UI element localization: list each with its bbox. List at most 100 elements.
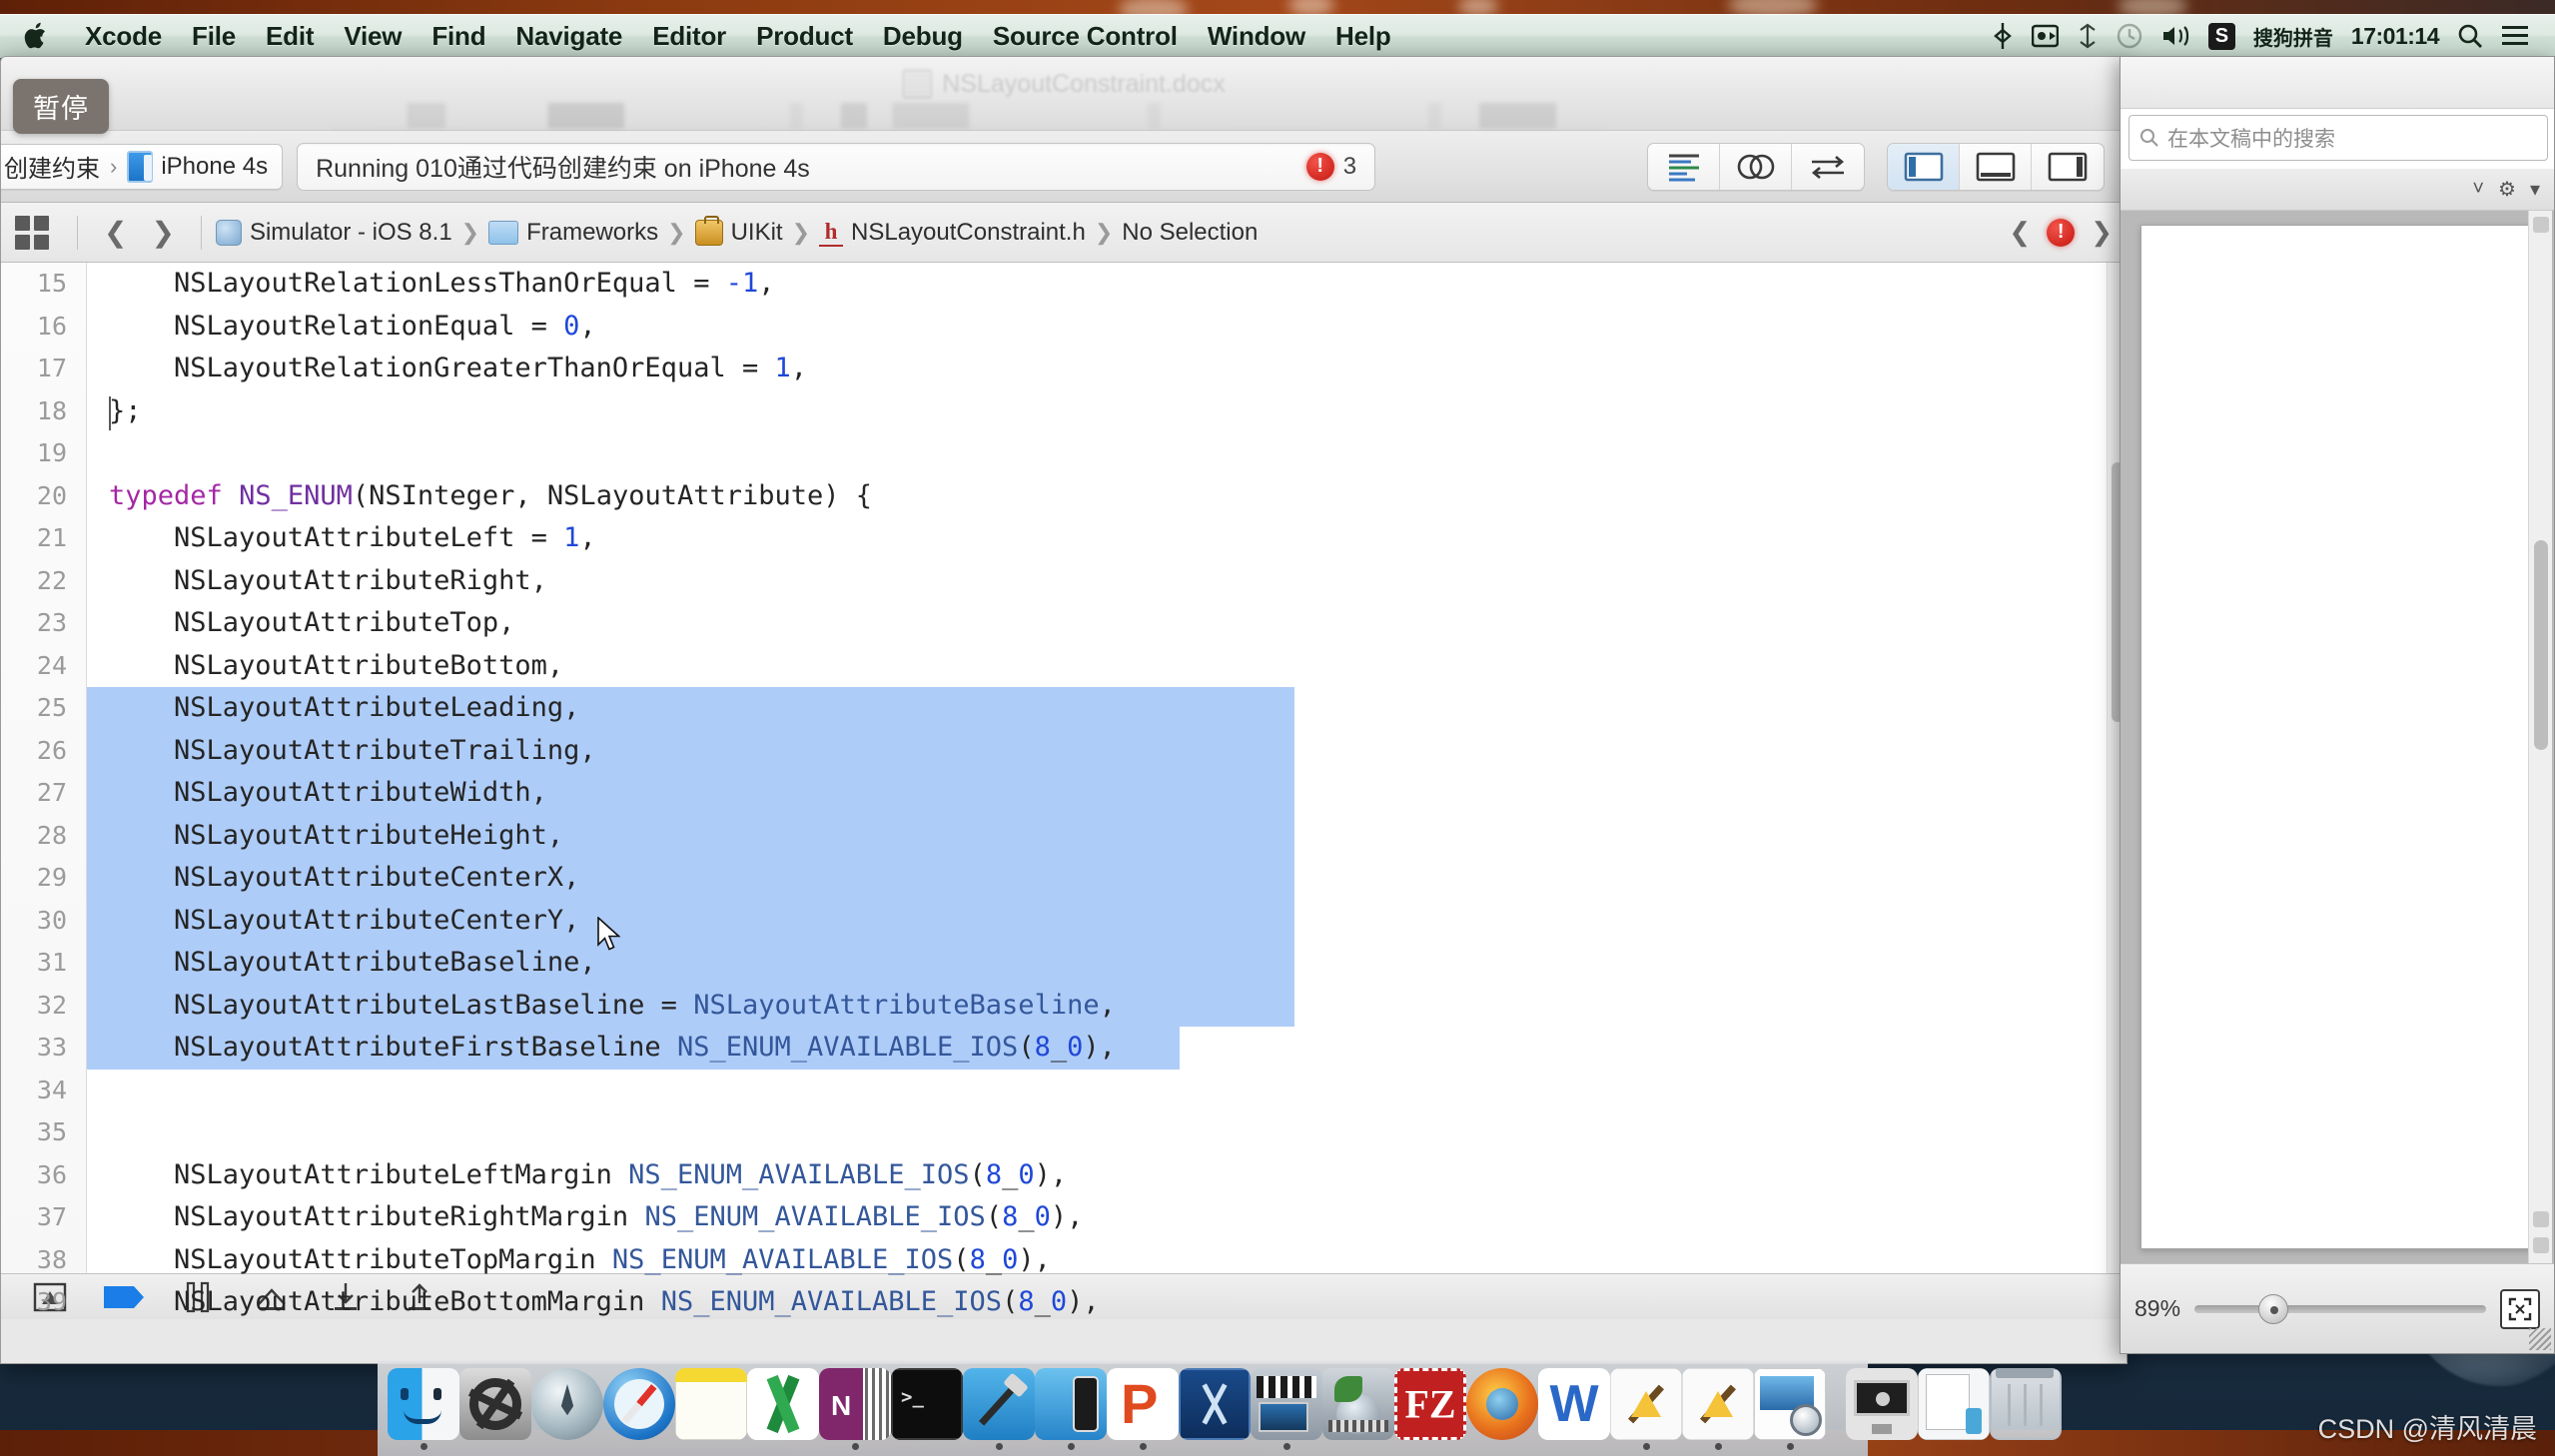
code-line[interactable]: 26 NSLayoutAttributeTrailing, <box>1 730 2127 773</box>
back-chevron-icon[interactable]: ❮ <box>92 216 139 249</box>
scroll-up-button[interactable] <box>2533 217 2549 233</box>
code-line[interactable]: 22 NSLayoutAttributeRight, <box>1 560 2127 603</box>
chevron-down-icon[interactable]: ▾ <box>2530 177 2540 202</box>
menu-item-debug[interactable]: Debug <box>868 19 978 54</box>
code-line[interactable]: 30 NSLayoutAttributeCenterY, <box>1 900 2127 943</box>
code-line[interactable]: 32 NSLayoutAttributeLastBaseline = NSLay… <box>1 985 2127 1028</box>
scheme-selector[interactable]: 创建约束 › iPhone 4s <box>0 144 283 190</box>
code-line[interactable]: 23 NSLayoutAttributeTop, <box>1 602 2127 645</box>
window-resize-handle[interactable] <box>2529 1328 2551 1350</box>
breadcrumb-item-uikit[interactable]: UIKit <box>695 219 783 247</box>
code-line[interactable]: 36 NSLayoutAttributeLeftMargin NS_ENUM_A… <box>1 1154 2127 1197</box>
bluetooth-icon[interactable] <box>1992 22 2014 50</box>
breadcrumb-item-selection[interactable]: No Selection <box>1122 219 1258 247</box>
dock-item-xcode[interactable] <box>963 1362 1035 1450</box>
dock-item-word[interactable]: W <box>1538 1362 1610 1450</box>
time-machine-icon[interactable] <box>2117 23 2142 49</box>
dock-item-xcode-alt[interactable] <box>1682 1362 1754 1450</box>
dock-item-terminal[interactable]: >_ <box>891 1362 963 1450</box>
menu-item-navigate[interactable]: Navigate <box>500 19 637 54</box>
fullscreen-icon[interactable] <box>2500 1289 2540 1329</box>
code-line[interactable]: 19 <box>1 432 2127 475</box>
dock-item-trash[interactable] <box>1990 1362 2062 1450</box>
code-line[interactable]: 21 NSLayoutAttributeLeft = 1, <box>1 517 2127 560</box>
dock-item-pycharm[interactable]: P <box>1107 1362 1179 1450</box>
apple-logo-icon[interactable] <box>16 21 70 51</box>
version-editor-icon[interactable] <box>1792 144 1864 190</box>
standard-editor-icon[interactable] <box>1648 144 1720 190</box>
zoom-slider-knob[interactable] <box>2258 1294 2288 1324</box>
menu-item-edit[interactable]: Edit <box>251 19 329 54</box>
code-line[interactable]: 28 NSLayoutAttributeHeight, <box>1 815 2127 858</box>
zoom-slider[interactable] <box>2194 1305 2486 1313</box>
chevron-collapse-icon[interactable]: ˅ <box>2472 178 2484 201</box>
menu-item-find[interactable]: Find <box>417 19 500 54</box>
screen-record-icon[interactable] <box>2032 24 2059 48</box>
dock-item-finder[interactable] <box>388 1362 459 1450</box>
code-line[interactable]: 25 NSLayoutAttributeLeading, <box>1 687 2127 730</box>
code-line[interactable]: 29 NSLayoutAttributeCenterX, <box>1 857 2127 900</box>
input-method-label[interactable]: 搜狗拼音 <box>2253 22 2333 51</box>
dock-item-stickies[interactable] <box>675 1362 747 1450</box>
dock-item-safari[interactable] <box>603 1362 675 1450</box>
menu-item-source-control[interactable]: Source Control <box>978 19 1193 54</box>
debug-area-toggle-icon[interactable] <box>1960 144 2032 190</box>
breadcrumb-item-file[interactable]: h NSLayoutConstraint.h <box>819 219 1086 247</box>
dock-item-onenote[interactable]: N <box>819 1362 891 1450</box>
dock-item-system-preferences[interactable] <box>459 1362 531 1450</box>
document-titlebar[interactable] <box>2121 57 2554 109</box>
forward-chevron-icon[interactable]: ❯ <box>139 216 186 249</box>
dock-item-imovie[interactable] <box>1251 1362 1322 1450</box>
breadcrumb-item-simulator[interactable]: Simulator - iOS 8.1 <box>216 219 452 247</box>
previous-issue-icon[interactable]: ❮ <box>2009 217 2031 248</box>
assistant-editor-icon[interactable] <box>1720 144 1792 190</box>
code-line[interactable]: 24 NSLayoutAttributeBottom, <box>1 645 2127 688</box>
code-line[interactable]: 31 NSLayoutAttributeBaseline, <box>1 942 2127 985</box>
dock-item-launchpad[interactable] <box>531 1362 603 1450</box>
document-scrollbar-thumb[interactable] <box>2534 540 2548 750</box>
code-editor[interactable]: 15 NSLayoutRelationLessThanOrEqual = -1,… <box>1 263 2127 1319</box>
dock-item-snip[interactable] <box>1179 1362 1251 1450</box>
notification-list-icon[interactable] <box>2501 24 2529 48</box>
breadcrumb-item-frameworks[interactable]: Frameworks <box>488 219 658 247</box>
related-items-grid-icon[interactable] <box>15 216 49 250</box>
document-page[interactable] <box>2140 225 2534 1249</box>
utilities-toggle-icon[interactable] <box>2032 144 2104 190</box>
navigator-toggle-icon[interactable] <box>1888 144 1960 190</box>
issue-error-icon[interactable]: ! <box>2047 219 2075 247</box>
gear-icon[interactable]: ⚙ <box>2498 177 2516 202</box>
menu-item-view[interactable]: View <box>329 19 417 54</box>
menu-bar-clock[interactable]: 17:01:14 <box>2351 23 2439 50</box>
menu-item-window[interactable]: Window <box>1193 19 1320 54</box>
dock-item-simulator[interactable] <box>1035 1362 1107 1450</box>
dock-item-firefox[interactable] <box>1466 1362 1538 1450</box>
code-line[interactable]: 18}; <box>1 390 2127 433</box>
source-code-text[interactable]: 15 NSLayoutRelationLessThanOrEqual = -1,… <box>1 263 2127 1319</box>
issue-counter[interactable]: ! 3 <box>1306 153 1356 181</box>
document-scrollbar[interactable] <box>2528 211 2552 1263</box>
menu-item-editor[interactable]: Editor <box>637 19 741 54</box>
dock-item-displays[interactable] <box>1846 1362 1918 1450</box>
dock-item-preview[interactable] <box>1754 1362 1826 1450</box>
dock-item-xcode-beta[interactable] <box>1610 1362 1682 1450</box>
menu-item-help[interactable]: Help <box>1320 19 1406 54</box>
code-line[interactable]: 37 NSLayoutAttributeRightMargin NS_ENUM_… <box>1 1196 2127 1239</box>
code-line[interactable]: 15 NSLayoutRelationLessThanOrEqual = -1, <box>1 263 2127 306</box>
volume-icon[interactable] <box>2160 23 2190 49</box>
code-line[interactable]: 33 NSLayoutAttributeFirstBaseline NS_ENU… <box>1 1027 2127 1070</box>
code-line[interactable]: 20typedef NS_ENUM(NSInteger, NSLayoutAtt… <box>1 475 2127 518</box>
activity-status-view[interactable]: Running 010通过代码创建约束 on iPhone 4s ! 3 <box>297 143 1375 191</box>
code-line[interactable]: 35 <box>1 1111 2127 1154</box>
dock-item-excel[interactable] <box>747 1362 819 1450</box>
scroll-page-button[interactable] <box>2533 1237 2549 1253</box>
dock-item-sourcetree[interactable] <box>1322 1362 1394 1450</box>
code-line[interactable]: 17 NSLayoutRelationGreaterThanOrEqual = … <box>1 348 2127 390</box>
xcode-titlebar[interactable]: NSLayoutConstraint.docx 暂停 <box>1 57 2127 131</box>
dock-item-filezilla[interactable]: FZ <box>1394 1362 1466 1450</box>
document-page-area[interactable] <box>2121 211 2554 1263</box>
airplay-icon[interactable] <box>2077 23 2099 49</box>
menu-item-file[interactable]: File <box>177 19 251 54</box>
code-line[interactable]: 34 <box>1 1070 2127 1112</box>
code-line[interactable]: 16 NSLayoutRelationEqual = 0, <box>1 306 2127 349</box>
document-search-field[interactable]: 在本文稿中的搜索 <box>2129 115 2548 161</box>
